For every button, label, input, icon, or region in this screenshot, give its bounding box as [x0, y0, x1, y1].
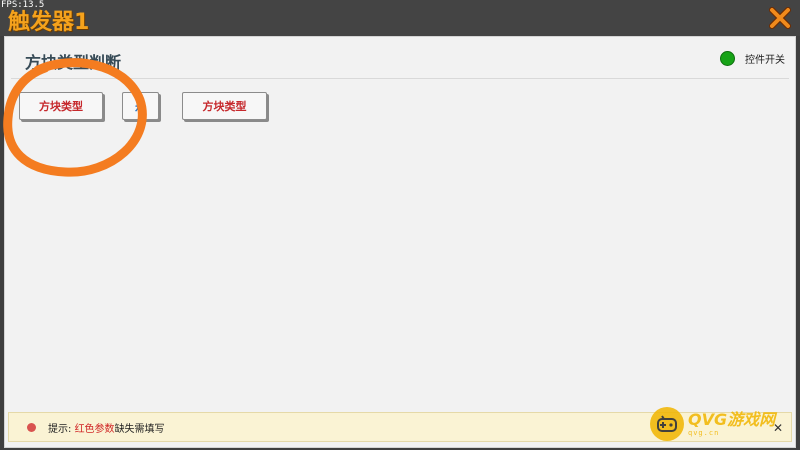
close-x-icon [769, 7, 791, 29]
watermark: QVG游戏网 qvg.cn [650, 404, 775, 444]
toggle-status-icon [720, 51, 735, 66]
gamepad-icon [650, 407, 684, 441]
watermark-sub: qvg.cn [688, 429, 720, 437]
hint-prefix: 提示: [48, 423, 75, 435]
close-button[interactable] [766, 4, 794, 32]
title-bar: FPS:13.5 触发器1 [0, 0, 800, 36]
hint-text: 提示: 红色参数缺失需填写 [48, 420, 165, 435]
condition-title: 方块类型判断 [25, 53, 122, 72]
hint-suffix: 缺失需填写 [114, 423, 165, 435]
operator-button[interactable]: 是 [122, 92, 159, 120]
window-title: 触发器1 [8, 10, 90, 35]
hint-highlight: 红色参数 [74, 423, 115, 435]
left-param-button[interactable]: 方块类型 [19, 92, 103, 120]
condition-header: 方块类型判断 控件开关 [11, 37, 789, 79]
trigger-panel: 方块类型判断 控件开关 方块类型 是 方块类型 [4, 36, 796, 448]
hint-dot-icon [27, 422, 36, 432]
right-param-button[interactable]: 方块类型 [182, 92, 267, 120]
toggle-label: 控件开关 [745, 55, 785, 66]
watermark-brand: QVG游戏网 [688, 410, 776, 429]
control-toggle[interactable]: 控件开关 [720, 51, 785, 66]
